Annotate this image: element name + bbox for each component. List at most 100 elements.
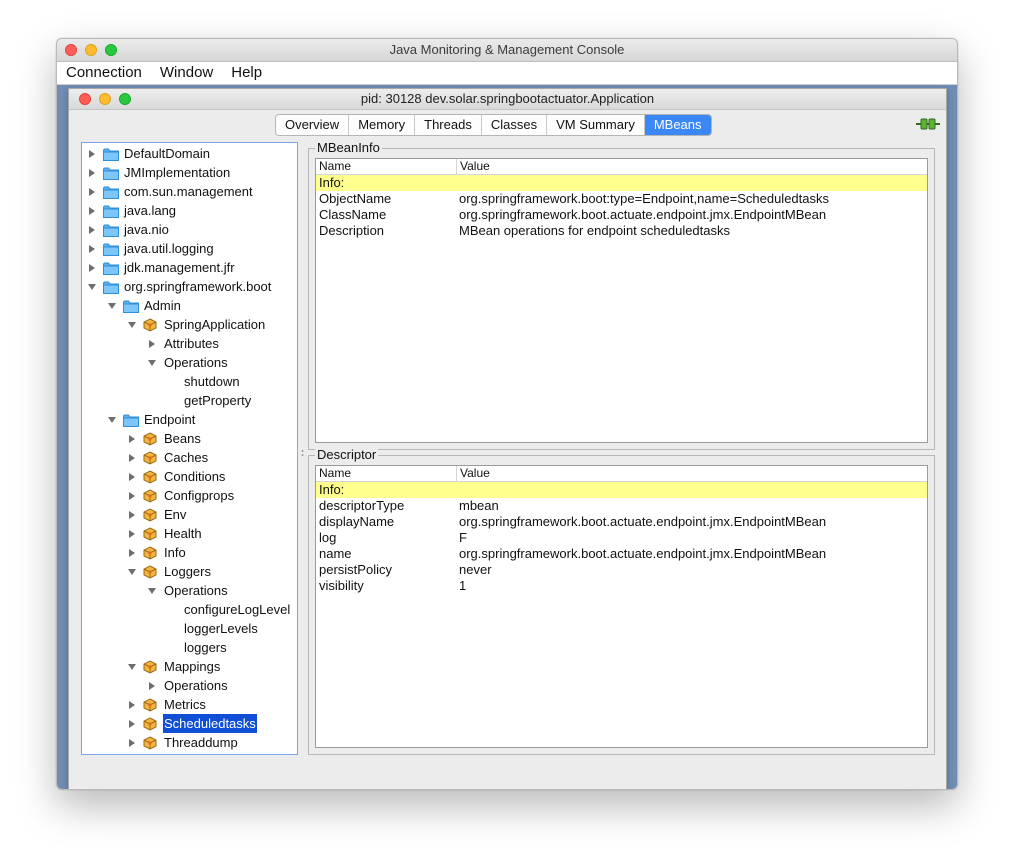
tree-node[interactable]: Attributes	[147, 334, 220, 353]
table-row[interactable]: name org.springframework.boot.actuate.end…	[316, 546, 927, 562]
tree-node[interactable]: Info	[127, 543, 187, 562]
mbean-icon	[143, 450, 157, 465]
mbeaninfo-table[interactable]: Name Value Info: ObjectName org.springfram…	[315, 158, 928, 443]
collapse-arrow-icon[interactable]	[147, 358, 157, 368]
expand-arrow-icon[interactable]	[147, 681, 157, 691]
tree-node[interactable]: java.util.logging	[87, 239, 215, 258]
column-header-name[interactable]: Name	[316, 159, 351, 174]
tab-memory[interactable]: Memory	[349, 115, 416, 135]
collapse-arrow-icon[interactable]	[87, 282, 97, 292]
collapse-arrow-icon[interactable]	[107, 415, 117, 425]
expand-arrow-icon[interactable]	[127, 719, 137, 729]
tree-node[interactable]: Mappings	[127, 657, 221, 676]
collapse-arrow-icon[interactable]	[127, 662, 137, 672]
minimize-icon[interactable]	[99, 93, 111, 105]
tab-vm-summary[interactable]: VM Summary	[547, 115, 645, 135]
tree-node[interactable]: getProperty	[167, 391, 252, 410]
tree-node[interactable]: Caches	[127, 448, 209, 467]
tree-node-label: Conditions	[164, 469, 226, 484]
expand-arrow-icon[interactable]	[127, 453, 137, 463]
tree-node[interactable]: Beans	[127, 429, 202, 448]
tree-node[interactable]: JMImplementation	[87, 163, 231, 182]
collapse-arrow-icon[interactable]	[127, 567, 137, 577]
tree-node[interactable]: Admin	[107, 296, 182, 315]
table-row[interactable]: persistPolicy never	[316, 562, 927, 578]
table-row[interactable]: ObjectName org.springframework.boot:type=…	[316, 191, 927, 207]
tree-node[interactable]: Operations	[147, 676, 229, 695]
expand-arrow-icon[interactable]	[127, 700, 137, 710]
tree-node[interactable]: java.lang	[87, 201, 177, 220]
table-row[interactable]: log F	[316, 530, 927, 546]
expand-arrow-icon[interactable]	[127, 529, 137, 539]
window-title-bar[interactable]: Java Monitoring & Management Console	[57, 39, 957, 62]
column-header-name[interactable]: Name	[316, 466, 351, 481]
mbeaninfo-title: MBeanInfo	[315, 140, 382, 155]
tree-node[interactable]: configureLogLevel	[167, 600, 291, 619]
menu-help[interactable]: Help	[222, 62, 271, 84]
expand-arrow-icon[interactable]	[87, 168, 97, 178]
zoom-icon[interactable]	[105, 44, 117, 56]
maximize-icon[interactable]	[119, 93, 131, 105]
expand-arrow-icon[interactable]	[127, 491, 137, 501]
tab-classes[interactable]: Classes	[481, 115, 548, 135]
tree-node[interactable]: Conditions	[127, 467, 226, 486]
table-row[interactable]: displayName org.springframework.boot.actu…	[316, 514, 927, 530]
tree-node[interactable]: Metrics	[127, 695, 207, 714]
tab-overview[interactable]: Overview	[276, 115, 350, 135]
expand-arrow-icon[interactable]	[87, 225, 97, 235]
tab-mbeans[interactable]: MBeans	[644, 115, 711, 135]
descriptor-table[interactable]: Name Value Info: descriptorType mbean displ…	[315, 465, 928, 748]
expand-arrow-icon[interactable]	[87, 244, 97, 254]
tree-node[interactable]: shutdown	[167, 372, 241, 391]
connection-status-icon[interactable]	[916, 118, 940, 130]
table-row[interactable]: Description MBean operations for endpoint…	[316, 223, 927, 239]
tree-node[interactable]: Operations	[147, 353, 229, 372]
expand-arrow-icon[interactable]	[87, 187, 97, 197]
info-section-row[interactable]: Info:	[316, 482, 927, 498]
tree-node[interactable]: Health	[127, 524, 203, 543]
tree-node[interactable]: Env	[127, 505, 187, 524]
collapse-arrow-icon[interactable]	[107, 301, 117, 311]
expand-arrow-icon[interactable]	[127, 510, 137, 520]
expand-arrow-icon[interactable]	[87, 263, 97, 273]
tree-node[interactable]: org.springframework.boot	[87, 277, 272, 296]
mbean-tree[interactable]: DefaultDomain JMImplementation com.sun.man…	[81, 142, 298, 755]
tree-node[interactable]: DefaultDomain	[87, 144, 211, 163]
expand-arrow-icon[interactable]	[127, 548, 137, 558]
frame-title-bar[interactable]: pid: 30128 dev.solar.springbootactuator.…	[69, 89, 946, 110]
table-row[interactable]: descriptorType mbean	[316, 498, 927, 514]
table-row[interactable]: ClassName org.springframework.boot.actuat…	[316, 207, 927, 223]
close-icon[interactable]	[79, 93, 91, 105]
expand-arrow-icon[interactable]	[127, 738, 137, 748]
tree-node[interactable]: Threaddump	[127, 733, 239, 752]
collapse-arrow-icon[interactable]	[147, 586, 157, 596]
column-header-value[interactable]: Value	[456, 466, 490, 481]
tree-node[interactable]: Operations	[147, 581, 229, 600]
expand-arrow-icon[interactable]	[87, 149, 97, 159]
split-pane-divider[interactable]	[300, 449, 305, 457]
column-header-value[interactable]: Value	[456, 159, 490, 174]
expand-arrow-icon[interactable]	[127, 472, 137, 482]
table-row[interactable]: visibility 1	[316, 578, 927, 594]
expand-arrow-icon[interactable]	[87, 206, 97, 216]
menu-connection[interactable]: Connection	[57, 62, 151, 84]
tab-threads[interactable]: Threads	[415, 115, 482, 135]
collapse-arrow-icon[interactable]	[127, 320, 137, 330]
tree-node[interactable]: Configprops	[127, 486, 235, 505]
tree-node[interactable]: Loggers	[127, 562, 212, 581]
tree-node[interactable]: SpringApplication	[127, 315, 266, 334]
tree-node[interactable]: java.nio	[87, 220, 170, 239]
tree-node[interactable]: loggerLevels	[167, 619, 259, 638]
expand-arrow-icon[interactable]	[147, 339, 157, 349]
tree-node[interactable]: Endpoint	[107, 410, 196, 429]
tree-node[interactable]: com.sun.management	[87, 182, 254, 201]
minimize-icon[interactable]	[85, 44, 97, 56]
tree-node[interactable]: loggers	[167, 638, 228, 657]
close-icon[interactable]	[65, 44, 77, 56]
menu-window[interactable]: Window	[151, 62, 222, 84]
tree-node[interactable]: Scheduledtasks	[127, 714, 257, 733]
info-section-row[interactable]: Info:	[316, 175, 927, 191]
tree-node[interactable]: jdk.management.jfr	[87, 258, 236, 277]
expand-arrow-icon[interactable]	[127, 434, 137, 444]
